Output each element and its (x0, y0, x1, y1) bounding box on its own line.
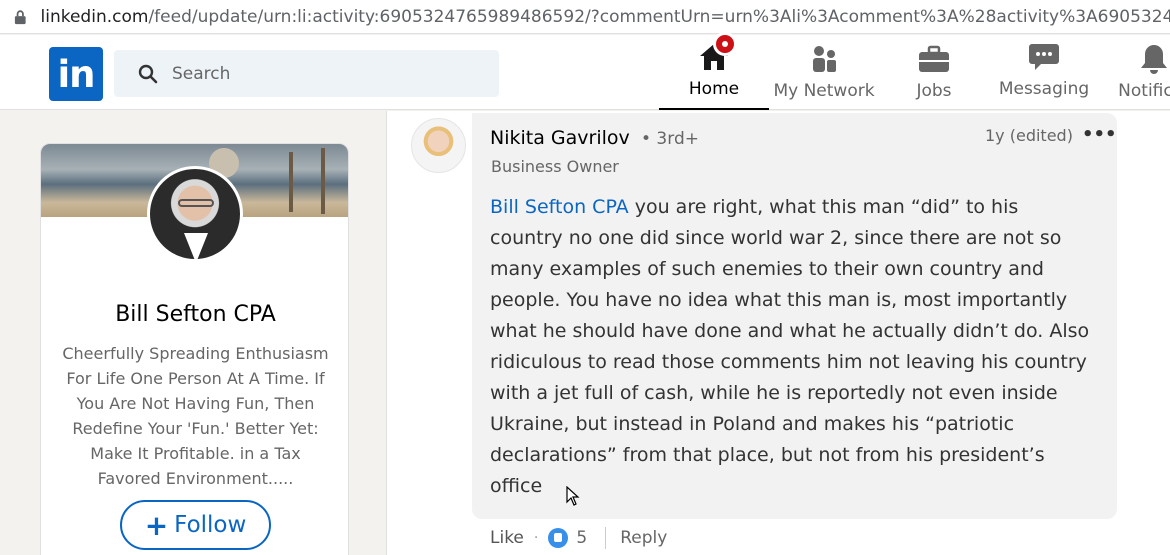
browser-url-bar[interactable]: linkedin.com/feed/update/urn:li:activity… (0, 0, 1170, 34)
comment-text: Bill Sefton CPA you are right, what this… (490, 192, 1090, 502)
nav-home-label: Home (688, 79, 740, 99)
reply-button[interactable]: Reply (620, 528, 667, 548)
connection-degree: • 3rd+ (641, 129, 699, 149)
follow-label: Follow (174, 512, 247, 538)
people-icon (807, 42, 841, 76)
url-text[interactable]: linkedin.com/feed/update/urn:li:activity… (41, 7, 1170, 27)
nav-network-label: My Network (773, 81, 875, 101)
profile-name[interactable]: Bill Sefton CPA (41, 302, 348, 327)
top-nav: in Home My Network (0, 32, 1170, 110)
comment-body: you are right, what this man “did” to hi… (490, 196, 1090, 497)
more-options-icon[interactable]: ••• (1082, 124, 1117, 145)
profile-card: Bill Sefton CPA Cheerfully Spreading Ent… (40, 143, 349, 555)
mouse-cursor-icon (566, 486, 580, 506)
divider (605, 527, 607, 549)
like-button[interactable]: Like (490, 528, 524, 548)
commenter-name[interactable]: Nikita Gavrilov (490, 127, 630, 149)
url-host: linkedin.com (40, 6, 149, 27)
linkedin-logo[interactable]: in (49, 47, 103, 101)
nav-jobs[interactable]: Jobs (879, 35, 989, 110)
nav-messaging[interactable]: Messaging (989, 35, 1099, 110)
follow-button[interactable]: + Follow (120, 500, 271, 550)
lock-icon (14, 9, 26, 24)
home-icon (697, 32, 737, 74)
avatar-shirt (184, 233, 208, 259)
separator-dot: · (533, 530, 539, 546)
search-input[interactable] (172, 63, 472, 84)
profile-headline: Cheerfully Spreading Enthusiasm For Life… (62, 344, 329, 488)
nav-notifications[interactable]: Notificat (1099, 35, 1170, 110)
briefcase-icon (917, 42, 951, 76)
avatar-glasses (178, 199, 214, 207)
comment-timestamp: 1y (edited) (985, 126, 1073, 145)
search-icon (138, 64, 158, 83)
bell-icon (1137, 42, 1170, 76)
nav-jobs-label: Jobs (916, 81, 952, 101)
banner-post (289, 152, 293, 212)
commenter-headline: Business Owner (491, 157, 619, 176)
like-reaction-icon[interactable] (548, 528, 569, 548)
plus-icon: + (144, 508, 169, 542)
nav-my-network[interactable]: My Network (769, 35, 879, 110)
profile-avatar[interactable] (147, 166, 243, 262)
url-path: /feed/update/urn:li:activity:69053247659… (148, 6, 1170, 27)
search-box[interactable] (114, 50, 499, 97)
reaction-count[interactable]: 5 (576, 528, 587, 548)
mention-link[interactable]: Bill Sefton CPA (490, 196, 629, 218)
chat-icon (1027, 40, 1061, 74)
banner-post (321, 148, 325, 214)
nav-home[interactable]: Home (659, 32, 769, 110)
notification-badge (713, 32, 737, 56)
nav-notifications-label: Notificat (1118, 81, 1170, 101)
comment-actions: Like · 5 Reply (490, 526, 667, 550)
nav-messaging-label: Messaging (998, 79, 1090, 99)
commenter-avatar[interactable] (411, 118, 466, 173)
